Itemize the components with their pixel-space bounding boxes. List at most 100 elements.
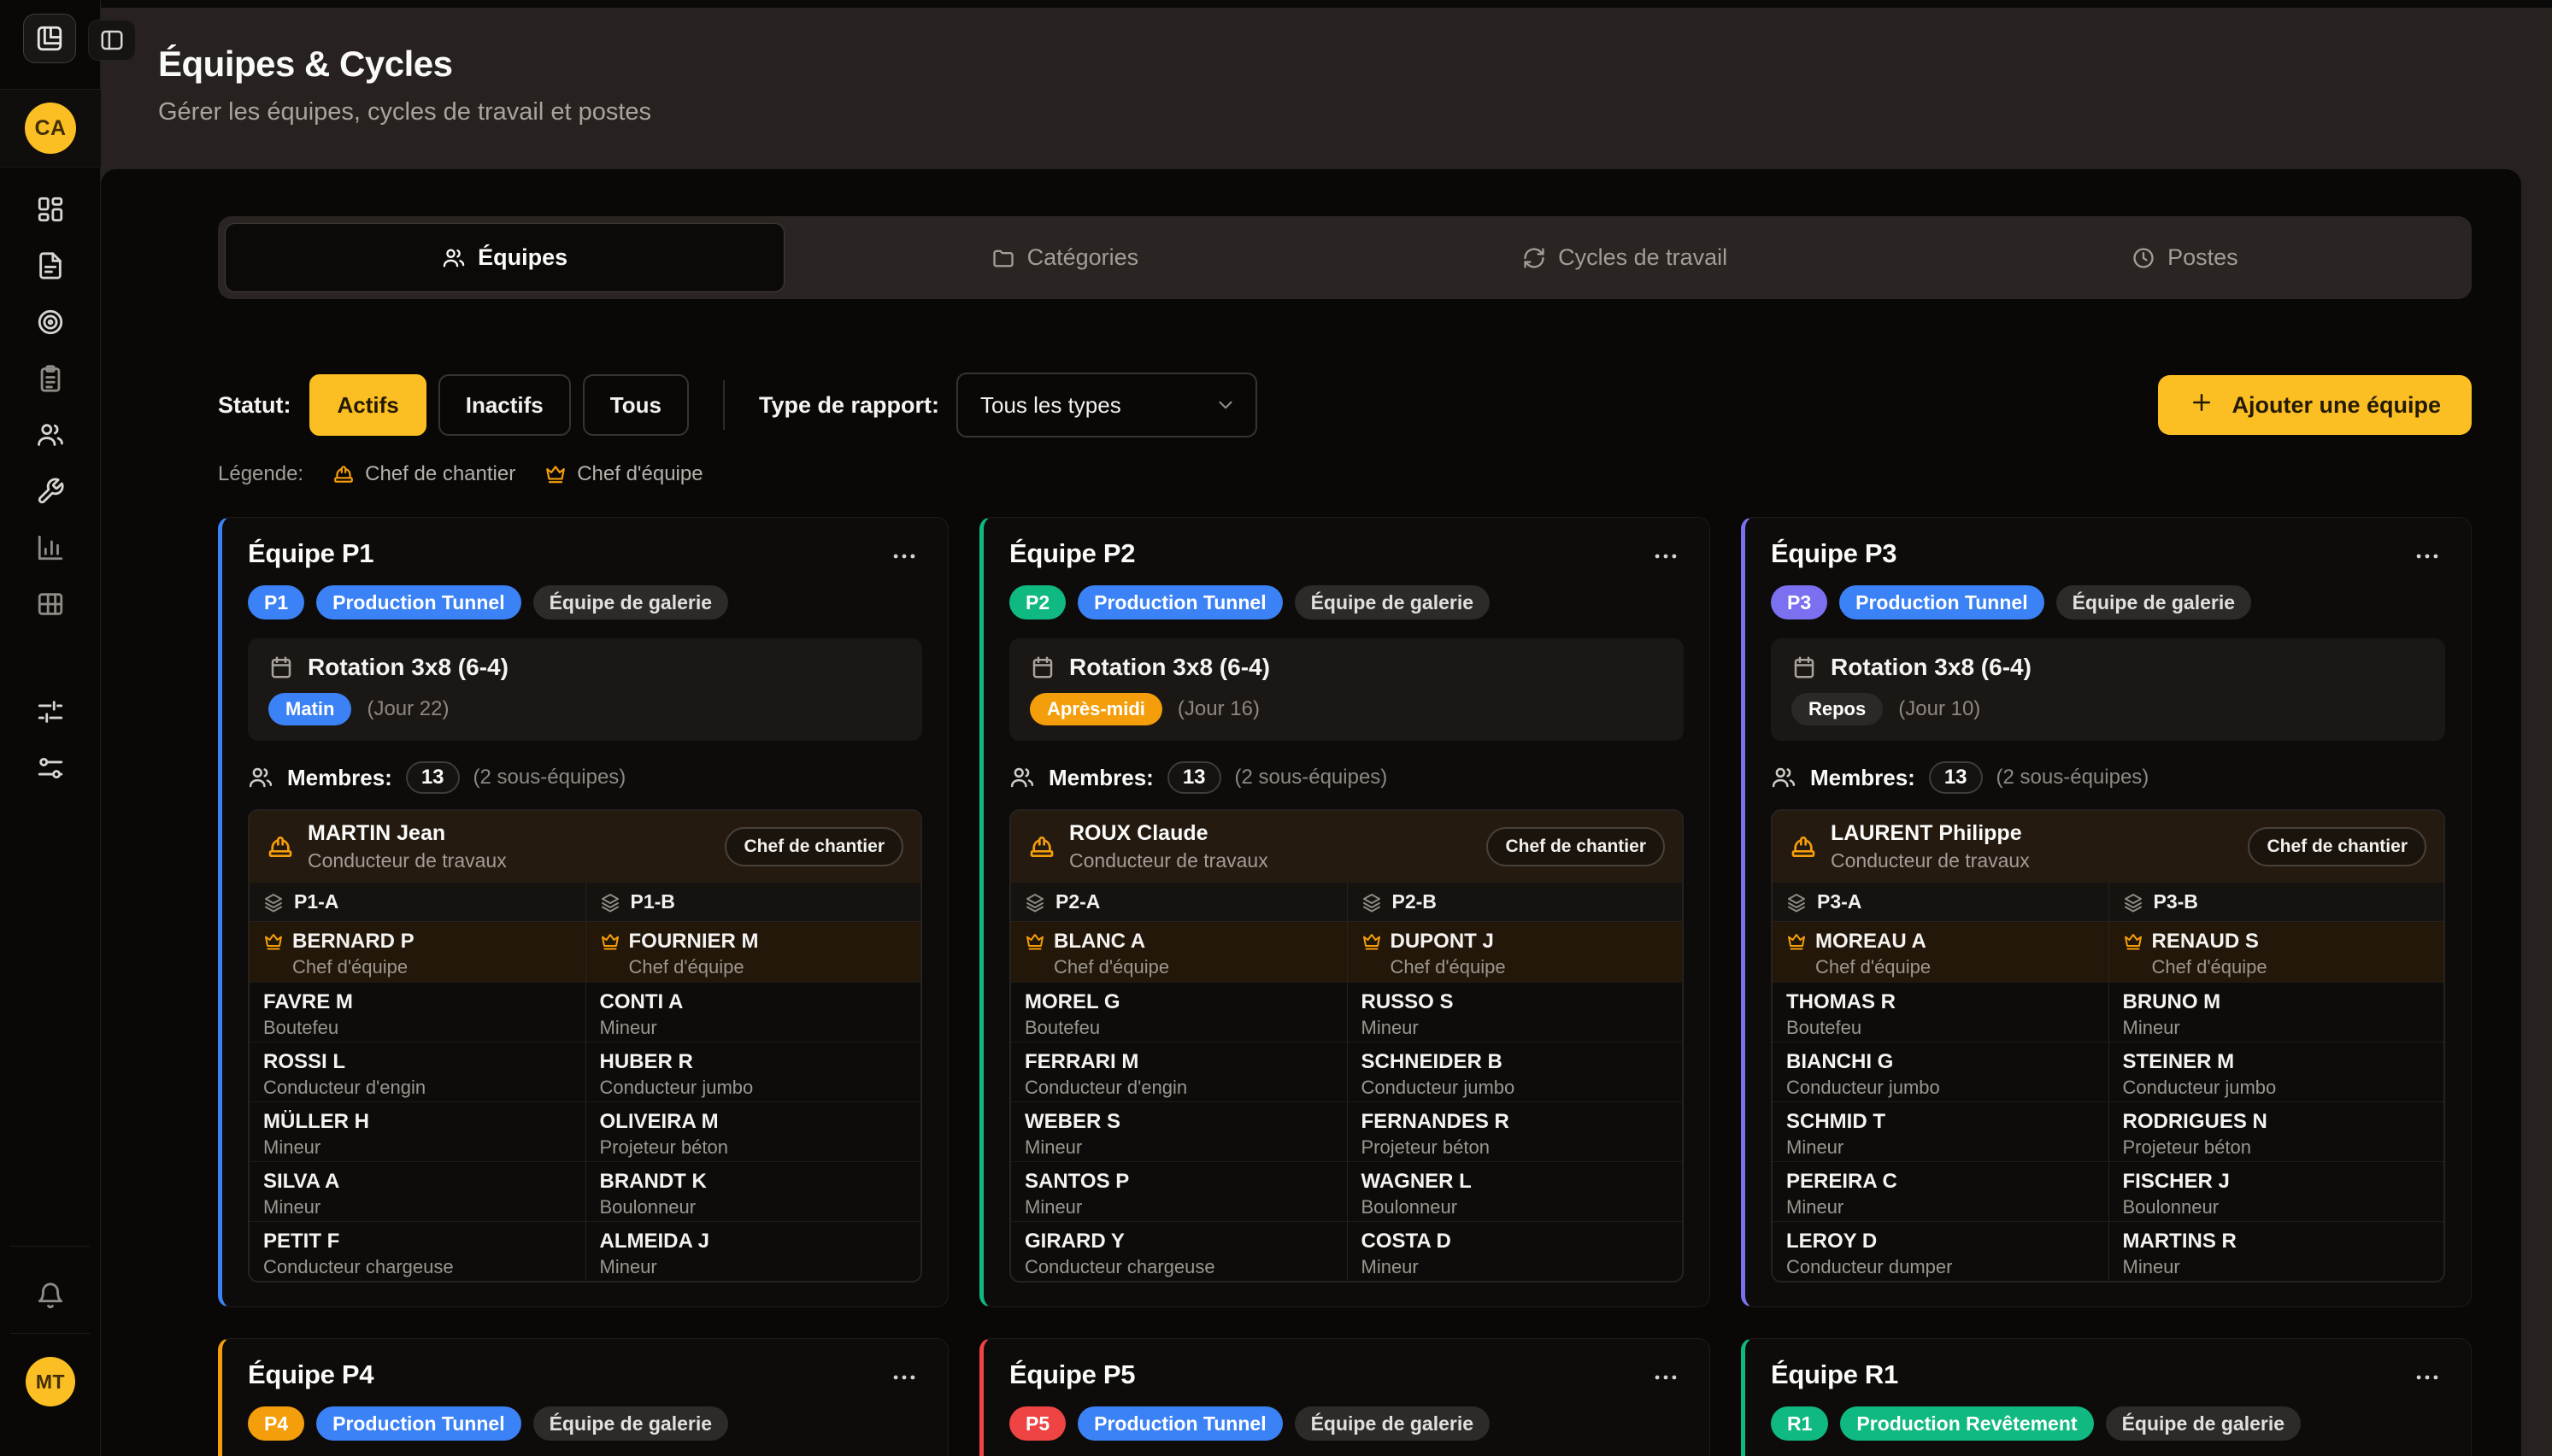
avatar-section: CA — [0, 89, 101, 167]
member-name: RODRIGUES N — [2123, 1110, 2431, 1134]
report-type-select[interactable]: Tous les types — [956, 373, 1257, 437]
card-menu-button[interactable] — [1648, 538, 1684, 577]
card-menu-button[interactable] — [886, 538, 922, 577]
rotation-day: (Jour 22) — [367, 697, 449, 721]
legend-row: Légende: Chef de chantierChef d'équipe — [218, 462, 2472, 486]
member-name: SCHNEIDER B — [1361, 1050, 1669, 1074]
sidebar-item-sliders[interactable] — [27, 697, 74, 726]
sidebar-tools — [0, 697, 101, 783]
team-card-p5: Équipe P5 P5 Production Tunnel Équipe de… — [979, 1338, 1710, 1456]
tab-label: Équipes — [478, 244, 567, 271]
avatar-top[interactable]: CA — [25, 103, 76, 154]
member-name: BIANCHI G — [1786, 1050, 2095, 1074]
member-role: Boulonneur — [1361, 1196, 1669, 1218]
tab-label: Postes — [2167, 244, 2238, 271]
add-team-button[interactable]: Ajouter une équipe — [2158, 375, 2472, 435]
list-item-member: ROSSI L Conducteur d'engin — [250, 1042, 585, 1101]
users-icon — [442, 246, 466, 270]
card-menu-button[interactable] — [886, 1359, 922, 1398]
dashboard-icon — [36, 195, 65, 224]
list-item-member: RODRIGUES N Projeteur béton — [2109, 1101, 2444, 1161]
list-item-member: SANTOS P Mineur — [1011, 1161, 1347, 1221]
card-header: Équipe P1 — [248, 538, 922, 577]
member-role: Mineur — [2123, 1017, 2431, 1039]
member-role: Chef d'équipe — [600, 956, 908, 978]
ellipsis-icon — [890, 1363, 919, 1392]
sliders-icon — [36, 697, 65, 726]
list-item-member: WEBER S Mineur — [1011, 1101, 1347, 1161]
member-role: Chef d'équipe — [263, 956, 572, 978]
subteam-header: P2-A — [1011, 883, 1347, 922]
sidebar-item-bar-chart[interactable] — [27, 533, 74, 562]
members-count-badge: 13 — [1929, 761, 1983, 794]
team-code-badge: P1 — [248, 585, 304, 619]
sidebar-item-table[interactable] — [27, 590, 74, 619]
sidebar-toggle-button[interactable] — [88, 20, 136, 61]
sidebar-item-file-text[interactable] — [27, 251, 74, 280]
tab-cat-gories[interactable]: Catégories — [785, 223, 1344, 292]
member-name: SANTOS P — [1025, 1170, 1333, 1194]
team-card-r1: Équipe R1 R1 Production Revêtement Équip… — [1741, 1338, 2472, 1456]
team-code-badge: P3 — [1771, 585, 1827, 619]
member-role: Chef d'équipe — [1361, 956, 1669, 978]
team-name: Équipe P2 — [1009, 538, 1135, 569]
layers-icon — [263, 892, 284, 913]
avatar-bottom[interactable]: MT — [26, 1357, 75, 1406]
sidebar-nav — [0, 195, 101, 619]
users-icon — [248, 765, 273, 790]
list-item-member: FAVRE M Boutefeu — [250, 982, 585, 1042]
sidebar-item-target[interactable] — [27, 308, 74, 337]
chef-name: ROUX Claude — [1069, 821, 1268, 846]
member-name: MOREAU A — [1815, 930, 1926, 954]
subteam-header: P1-B — [586, 883, 921, 922]
member-role: Mineur — [263, 1136, 572, 1159]
sidebar-item-wrench[interactable] — [27, 477, 74, 506]
team-type-badge: Production Tunnel — [316, 585, 520, 619]
tab-cycles-de-travail[interactable]: Cycles de travail — [1345, 223, 1905, 292]
subteam-name: P3-A — [1817, 890, 1861, 913]
tab-postes[interactable]: Postes — [1905, 223, 2465, 292]
member-name: BERNARD P — [292, 930, 415, 954]
team-type-badge: Production Revêtement — [1840, 1406, 2093, 1441]
file-text-icon — [36, 251, 65, 280]
users-icon — [1009, 765, 1035, 790]
subteam-grid: P2-A BLANC A Chef d'équipe MOREL G Boute… — [1011, 883, 1682, 1281]
card-menu-button[interactable] — [1648, 1359, 1684, 1398]
list-item-member: HUBER R Conducteur jumbo — [586, 1042, 921, 1101]
member-role: Conducteur chargeuse — [1025, 1256, 1333, 1278]
list-item-member: RUSSO S Mineur — [1348, 982, 1683, 1042]
page-title: Équipes & Cycles — [158, 44, 2552, 85]
status-filter-tous[interactable]: Tous — [583, 374, 689, 436]
card-menu-button[interactable] — [2409, 538, 2445, 577]
members-note: (2 sous-équipes) — [1235, 766, 1388, 790]
list-item-member: OLIVEIRA M Projeteur béton — [586, 1101, 921, 1161]
status-filter-inactifs[interactable]: Inactifs — [438, 374, 571, 436]
team-category-badge: Équipe de galerie — [2106, 1406, 2301, 1441]
team-type-badge: Production Tunnel — [1078, 1406, 1282, 1441]
sidebar-item-users[interactable] — [27, 420, 74, 449]
shift-badge: Après-midi — [1030, 693, 1162, 725]
list-item-member: FERRARI M Conducteur d'engin — [1011, 1042, 1347, 1101]
tab-bar: Équipes CatégoriesCycles de travail Postes — [218, 216, 2472, 299]
list-item-member: THOMAS R Boutefeu — [1773, 982, 2108, 1042]
sidebar-item-dashboard[interactable] — [27, 195, 74, 224]
member-role: Mineur — [1786, 1196, 2095, 1218]
badge-row: P5 Production Tunnel Équipe de galerie — [1009, 1406, 1684, 1441]
card-menu-button[interactable] — [2409, 1359, 2445, 1398]
member-role: Mineur — [2123, 1256, 2431, 1278]
notifications-button[interactable] — [0, 1282, 101, 1311]
status-filter-actifs[interactable]: Actifs — [309, 374, 426, 436]
badge-row: P2 Production Tunnel Équipe de galerie — [1009, 585, 1684, 619]
tab--quipes[interactable]: Équipes — [225, 223, 785, 292]
member-name: BRANDT K — [600, 1170, 908, 1194]
sidebar-item-clipboard[interactable] — [27, 364, 74, 393]
sidebar-item-sliders-2[interactable] — [27, 754, 74, 783]
app-logo[interactable] — [23, 14, 76, 63]
member-name: FERRARI M — [1025, 1050, 1333, 1074]
list-item-member: LEROY D Conducteur dumper — [1773, 1221, 2108, 1281]
chef-row: MARTIN Jean Conducteur de travaux Chef d… — [250, 811, 920, 883]
report-type-label: Type de rapport: — [759, 392, 939, 419]
member-name: DUPONT J — [1391, 930, 1494, 954]
member-name: SCHMID T — [1786, 1110, 2095, 1134]
member-name: BLANC A — [1054, 930, 1145, 954]
